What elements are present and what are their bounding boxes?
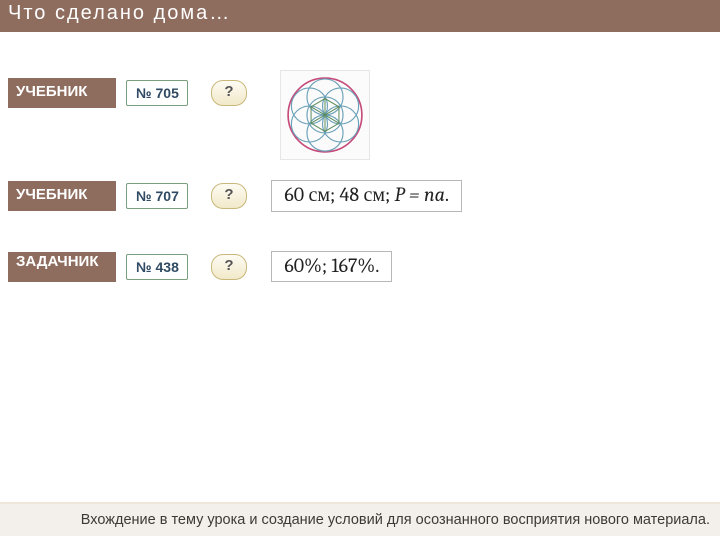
answer-formula: P = na: [394, 183, 444, 206]
answer-text: .: [445, 183, 449, 206]
reveal-button[interactable]: ?: [211, 254, 247, 280]
source-label: УЧЕБНИК: [8, 181, 116, 211]
hw-row-2: УЧЕБНИК № 707 ? 60 см; 48 см; P = na.: [0, 180, 462, 212]
source-label: УЧЕБНИК: [8, 78, 116, 108]
answer-box: 60%; 167%.: [271, 251, 392, 282]
exercise-number: № 707: [126, 183, 188, 209]
exercise-number: № 705: [126, 80, 188, 106]
source-label: ЗАДАЧНИК: [8, 252, 116, 282]
flower-of-life-icon: [284, 74, 366, 156]
answer-box: 60 см; 48 см; P = na.: [271, 180, 462, 212]
hw-row-1: УЧЕБНИК № 705 ?: [0, 78, 247, 108]
hw-row-3: ЗАДАЧНИК № 438 ? 60%; 167%.: [0, 251, 392, 282]
answer-text: 60 см; 48 см;: [284, 183, 394, 206]
footer-note: Вхождение в тему урока и создание услови…: [0, 502, 720, 536]
flower-diagram: [280, 70, 370, 160]
page-title: Что сделано дома…: [0, 0, 720, 32]
exercise-number: № 438: [126, 254, 188, 280]
reveal-button[interactable]: ?: [211, 183, 247, 209]
reveal-button[interactable]: ?: [211, 80, 247, 106]
